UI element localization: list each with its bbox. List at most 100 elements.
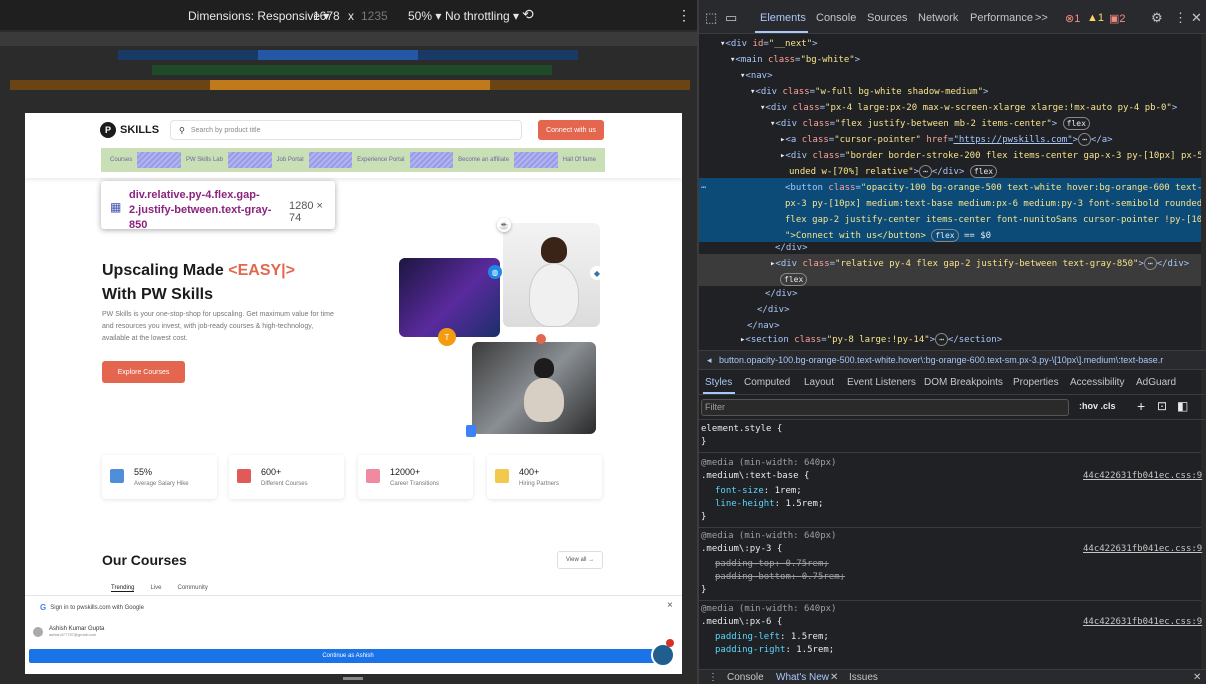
hero-image-desk bbox=[472, 342, 596, 434]
tab-computed[interactable]: Computed bbox=[744, 377, 790, 388]
tree-node-div-border[interactable]: ▸<div class="border border-stroke-200 fl… bbox=[780, 148, 1206, 164]
tab-live[interactable]: Live bbox=[150, 585, 161, 592]
throttling-dropdown[interactable]: No throttling ▾ bbox=[445, 9, 519, 23]
drawer-menu-icon[interactable]: ⋮ bbox=[708, 672, 718, 683]
tab-trending[interactable]: Trending bbox=[111, 585, 135, 592]
drawer-close-icon[interactable]: ✕ bbox=[1193, 672, 1201, 683]
tree-node-main[interactable]: ▾<main class="bg-white"> bbox=[730, 52, 860, 68]
tab-layout[interactable]: Layout bbox=[804, 377, 834, 388]
tab-dom-breakpoints[interactable]: DOM Breakpoints bbox=[924, 377, 1003, 388]
drawer-tab-console[interactable]: Console bbox=[727, 672, 764, 683]
nav-item-experience-portal[interactable]: Experience Portal bbox=[352, 152, 410, 168]
filter-input[interactable]: Filter bbox=[701, 399, 1069, 416]
close-icon[interactable]: ✕ bbox=[830, 672, 838, 683]
width-input[interactable]: 1678 bbox=[313, 9, 340, 23]
device-toggle-icon[interactable]: ▭ bbox=[725, 10, 737, 26]
tree-node-button-line3: flex gap-2 justify-center items-center f… bbox=[785, 215, 1206, 225]
height-input[interactable]: 1235 bbox=[361, 9, 388, 23]
tree-node-nav[interactable]: ▾<nav> bbox=[740, 68, 773, 84]
stylesheet-link[interactable]: 44c422631fb041ec.css:9 bbox=[1083, 470, 1202, 483]
tab-performance[interactable]: Performance bbox=[970, 12, 1033, 24]
error-count[interactable]: ⊗1 bbox=[1065, 12, 1080, 25]
connect-button[interactable]: Connect with us bbox=[538, 120, 604, 140]
tree-node-div-px[interactable]: ▾<div class="px-4 large:px-20 max-w-scre… bbox=[760, 100, 1177, 116]
drawer-tab-whats-new[interactable]: What's New bbox=[776, 672, 829, 683]
rotate-icon[interactable]: ⟲ bbox=[522, 6, 534, 23]
search-icon: ⚲ bbox=[179, 125, 185, 135]
rule-selector[interactable]: .medium\:py-3 { bbox=[701, 543, 782, 556]
sidebar-toggle-icon[interactable]: ◧ bbox=[1177, 399, 1188, 413]
css-property[interactable]: padding-left: 1.5rem; bbox=[715, 631, 829, 644]
css-property-overridden[interactable]: padding-top: 0.75rem; bbox=[715, 558, 829, 571]
tooltip-selector: div.relative.py-4.flex.gap-2.justify-bet… bbox=[129, 189, 272, 231]
tab-network[interactable]: Network bbox=[918, 12, 958, 24]
dimensions-dropdown[interactable]: Dimensions: Responsive ▾ bbox=[188, 9, 329, 23]
nav-item-courses[interactable]: Courses bbox=[105, 152, 138, 168]
times-label: x bbox=[348, 9, 354, 23]
hov-cls-toggles[interactable]: :hov .cls bbox=[1079, 401, 1116, 411]
tab-console[interactable]: Console bbox=[816, 12, 856, 24]
close-icon[interactable]: × bbox=[667, 600, 673, 611]
tree-node-div-shadow[interactable]: ▾<div class="w-full bg-white shadow-medi… bbox=[750, 84, 988, 100]
hero-easy: <EASY|> bbox=[228, 262, 295, 279]
drawer-tab-issues[interactable]: Issues bbox=[849, 672, 878, 683]
stylesheet-link[interactable]: 44c422631fb041ec.css:9 bbox=[1083, 616, 1202, 629]
css-property[interactable]: font-size: 1rem; bbox=[715, 485, 802, 498]
tree-node-button-selected[interactable]: <button class="opacity-100 bg-orange-500… bbox=[785, 180, 1206, 196]
plus-icon[interactable]: + bbox=[1137, 398, 1145, 414]
google-account-info: Ashish Kumar Gupta ashish477797@gmail.co… bbox=[49, 626, 104, 637]
stylesheet-link[interactable]: 44c422631fb041ec.css:9 bbox=[1083, 543, 1202, 556]
tab-accessibility[interactable]: Accessibility bbox=[1070, 377, 1124, 388]
flex-badge[interactable]: flex bbox=[1062, 117, 1090, 130]
tree-node-section[interactable]: ▸<section class="py-8 large:!py-14"> ⋯ </s… bbox=[740, 332, 1002, 348]
stat-value: 12000+ bbox=[390, 467, 421, 477]
continue-button[interactable]: Continue as Ashish bbox=[29, 649, 667, 663]
hero-description: PW Skills is your one-stop-shop for upsc… bbox=[102, 311, 334, 342]
google-account[interactable]: Ashish Kumar Gupta ashish477797@gmail.co… bbox=[33, 626, 104, 637]
more-options-icon[interactable]: ⋮ bbox=[1174, 10, 1187, 26]
issues-count[interactable]: ▣2 bbox=[1109, 12, 1126, 25]
css-property[interactable]: line-height: 1.5rem; bbox=[715, 498, 823, 511]
explore-courses-button[interactable]: Explore Courses bbox=[102, 361, 185, 383]
rule-selector[interactable]: .medium\:px-6 { bbox=[701, 616, 782, 629]
breadcrumb[interactable]: ◂ button.opacity-100.bg-orange-500.text-… bbox=[699, 350, 1206, 370]
inspect-icon[interactable]: ⬚ bbox=[705, 10, 717, 26]
gear-icon[interactable]: ⚙ bbox=[1151, 10, 1163, 26]
rule-selector[interactable]: .medium\:text-base { bbox=[701, 470, 809, 483]
tab-properties[interactable]: Properties bbox=[1013, 377, 1059, 388]
tab-event-listeners[interactable]: Event Listeners bbox=[847, 377, 916, 388]
person-head bbox=[541, 237, 567, 263]
tab-community[interactable]: Community bbox=[177, 585, 207, 592]
more-tabs[interactable]: >> bbox=[1035, 12, 1048, 24]
person-body bbox=[529, 263, 579, 327]
css-property-overridden[interactable]: padding-bottom: 0.75rem; bbox=[715, 571, 845, 584]
styles-filter-bar: Filter :hov .cls + ⊡ ◧ bbox=[699, 396, 1206, 420]
elements-tree: ▾<div id="__next"> ▾<main class="bg-whit… bbox=[699, 34, 1206, 350]
element-style-rule[interactable]: element.style { bbox=[701, 423, 782, 436]
css-property[interactable]: padding-right: 1.5rem; bbox=[715, 644, 834, 657]
search-input[interactable]: ⚲ Search by product title bbox=[170, 120, 522, 140]
tree-node-div-flex[interactable]: ▾<div class="flex justify-between mb-2 i… bbox=[770, 116, 1090, 132]
tree-node-next[interactable]: ▾<div id="__next"> bbox=[720, 36, 818, 52]
tree-node-button-line2: px-3 py-[10px] medium:text-base medium:p… bbox=[785, 199, 1206, 209]
paint-icon[interactable]: ⊡ bbox=[1157, 399, 1167, 413]
tree-node-div-relative[interactable]: ▸<div class="relative py-4 flex gap-2 ju… bbox=[770, 256, 1189, 272]
zoom-dropdown[interactable]: 50% ▾ bbox=[408, 9, 441, 23]
nav-item-job-portal[interactable]: Job Portal bbox=[271, 152, 309, 168]
tree-node-anchor[interactable]: ▸<a class="cursor-pointer" href="https:/… bbox=[780, 132, 1113, 148]
stat-card-salary: 55% Average Salary Hike bbox=[102, 455, 217, 499]
nav-item-hall-of-fame[interactable]: Hall Of fame bbox=[557, 152, 601, 168]
close-icon[interactable]: ✕ bbox=[1191, 10, 1202, 26]
tab-sources[interactable]: Sources bbox=[867, 12, 907, 24]
more-options-icon[interactable]: ⋮ bbox=[677, 7, 691, 24]
tab-styles[interactable]: Styles bbox=[705, 377, 732, 388]
site-logo[interactable]: P SKILLS bbox=[100, 122, 159, 138]
resize-handle[interactable] bbox=[343, 677, 363, 680]
tab-adguard[interactable]: AdGuard bbox=[1136, 377, 1176, 388]
view-all-button[interactable]: View all → bbox=[557, 551, 603, 569]
nav-item-pw-skills-lab[interactable]: PW Skills Lab bbox=[180, 152, 228, 168]
active-tab-indicator bbox=[755, 31, 808, 33]
warning-count[interactable]: ▲1 bbox=[1087, 12, 1104, 24]
nav-item-affiliate[interactable]: Become an affiliate bbox=[453, 152, 515, 168]
tab-elements[interactable]: Elements bbox=[760, 12, 806, 24]
